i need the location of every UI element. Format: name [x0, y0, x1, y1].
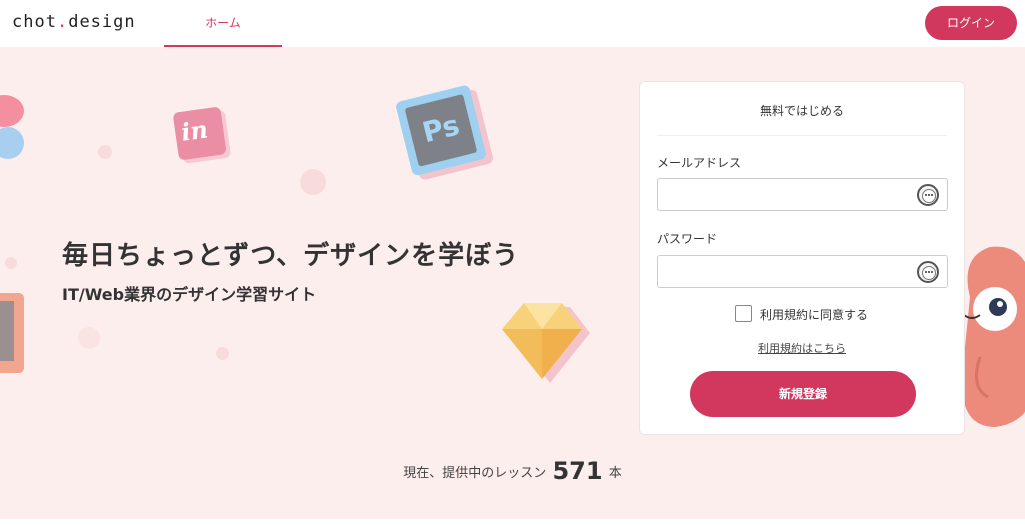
password-manager-icon[interactable]	[917, 184, 939, 206]
terms-link[interactable]: 利用規約はこちら	[640, 340, 964, 356]
invision-icon-label: in	[179, 114, 210, 147]
logo-text-left: chot	[12, 12, 57, 32]
password-manager-icon[interactable]	[917, 261, 939, 283]
tablet-decor-icon	[0, 293, 24, 373]
decor-bubble	[5, 257, 17, 269]
decor-bubble	[216, 347, 229, 360]
lesson-count-text: 現在、提供中のレッスン 571 本	[0, 457, 1025, 485]
signup-submit-button[interactable]: 新規登録	[690, 371, 916, 417]
agree-terms-checkbox[interactable]	[735, 305, 752, 322]
lesson-count-suffix: 本	[608, 466, 622, 481]
login-button[interactable]: ログイン	[925, 6, 1017, 40]
palette-decor-icon	[0, 95, 24, 159]
lesson-count-number: 571	[552, 457, 603, 485]
password-label: パスワード	[657, 232, 718, 246]
top-header: chot.design ホーム ログイン	[0, 0, 1025, 47]
invision-app-icon: in	[173, 106, 234, 167]
decor-bubble	[98, 145, 112, 159]
hero-section: in Ps 毎日ちょっとずつ、デザインを学ぼう IT/Web業界のデザイン学習サ…	[0, 47, 1025, 519]
page-bottom-strip	[0, 519, 1025, 525]
signup-card: 無料ではじめる メールアドレス パスワード 利用規約に同意する 利用規約はこちら…	[639, 81, 965, 435]
hero-headline: 毎日ちょっとずつ、デザインを学ぼう	[62, 241, 520, 271]
photoshop-app-icon: Ps	[392, 79, 501, 188]
sketch-gem-icon	[502, 303, 590, 383]
logo-dot: .	[56, 12, 69, 32]
site-logo[interactable]: chot.design	[12, 12, 136, 32]
email-field[interactable]	[657, 178, 948, 211]
logo-text-right: design	[68, 12, 136, 32]
hero-subheadline: IT/Web業界のデザイン学習サイト	[62, 285, 317, 304]
divider	[657, 135, 947, 136]
password-field[interactable]	[657, 255, 948, 288]
email-label: メールアドレス	[657, 156, 742, 170]
decor-bubble	[78, 327, 100, 349]
decor-bubble	[300, 169, 326, 195]
lesson-count-prefix: 現在、提供中のレッスン	[403, 466, 547, 481]
agree-terms-label[interactable]: 利用規約に同意する	[760, 306, 868, 323]
nav-tab-home[interactable]: ホーム	[164, 0, 282, 47]
signup-card-title: 無料ではじめる	[759, 104, 844, 118]
